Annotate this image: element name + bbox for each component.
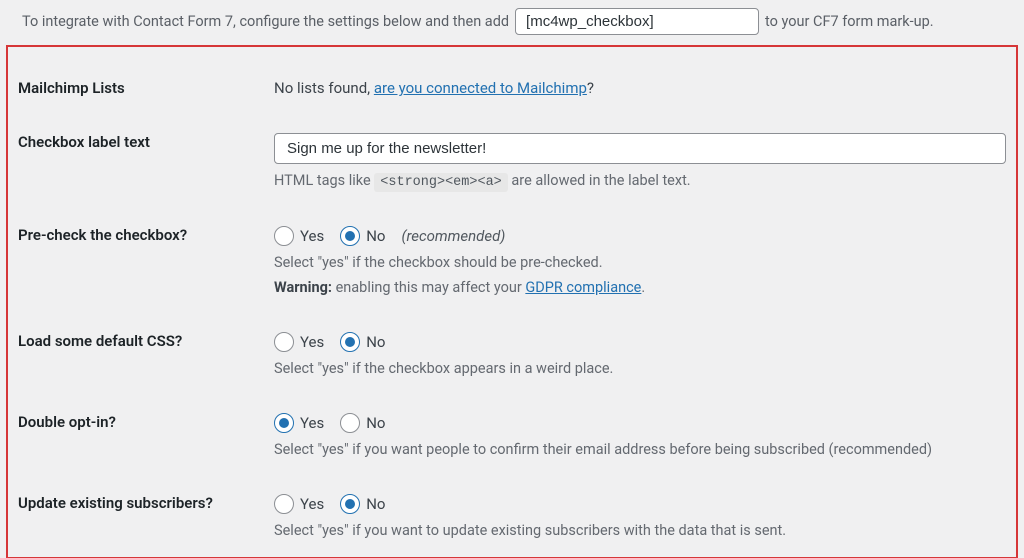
double-yes-option[interactable]: Yes (274, 413, 324, 433)
double-no-radio[interactable] (340, 413, 360, 433)
precheck-desc-2: Warning: enabling this may affect your G… (274, 279, 1006, 296)
settings-highlight-box: Mailchimp Lists No lists found, are you … (6, 45, 1018, 558)
intro-text-after: to your CF7 form mark-up. (765, 13, 934, 30)
precheck-desc-1: Select "yes" if the checkbox should be p… (274, 254, 1006, 271)
label-mailchimp-lists: Mailchimp Lists (18, 61, 274, 115)
checkbox-label-input[interactable] (274, 133, 1006, 164)
label-load-css: Load some default CSS? (18, 314, 274, 395)
label-update-subscribers: Update existing subscribers? (18, 476, 274, 557)
update-no-option[interactable]: No (340, 494, 385, 514)
label-double-optin: Double opt-in? (18, 395, 274, 476)
label-checkbox-label-text: Checkbox label text (18, 115, 274, 208)
gdpr-link[interactable]: GDPR compliance (525, 279, 641, 296)
update-desc: Select "yes" if you want to update exist… (274, 522, 1006, 539)
row-checkbox-label-text: Checkbox label text HTML tags like <stro… (18, 115, 1006, 208)
update-yes-option[interactable]: Yes (274, 494, 324, 514)
precheck-yes-option[interactable]: Yes (274, 226, 324, 246)
label-precheck: Pre-check the checkbox? (18, 208, 274, 314)
css-yes-radio[interactable] (274, 332, 294, 352)
row-load-css: Load some default CSS? Yes No Select "ye… (18, 314, 1006, 395)
row-update-subscribers: Update existing subscribers? Yes No Sele… (18, 476, 1006, 557)
css-no-radio[interactable] (340, 332, 360, 352)
precheck-no-option[interactable]: No (340, 226, 385, 246)
precheck-recommended: (recommended) (402, 227, 506, 245)
double-yes-radio[interactable] (274, 413, 294, 433)
shortcode-input[interactable] (515, 8, 759, 35)
settings-table: Mailchimp Lists No lists found, are you … (18, 61, 1006, 557)
precheck-warning-label: Warning: (274, 279, 332, 296)
css-no-option[interactable]: No (340, 332, 385, 352)
update-yes-radio[interactable] (274, 494, 294, 514)
double-desc: Select "yes" if you want people to confi… (274, 441, 1006, 458)
update-no-radio[interactable] (340, 494, 360, 514)
double-no-option[interactable]: No (340, 413, 385, 433)
css-yes-option[interactable]: Yes (274, 332, 324, 352)
precheck-no-radio[interactable] (340, 226, 360, 246)
intro-line: To integrate with Contact Form 7, config… (0, 0, 1024, 45)
row-precheck: Pre-check the checkbox? Yes No (recommen… (18, 208, 1006, 314)
row-mailchimp-lists: Mailchimp Lists No lists found, are you … (18, 61, 1006, 115)
row-double-optin: Double opt-in? Yes No Select "yes" if yo… (18, 395, 1006, 476)
precheck-yes-radio[interactable] (274, 226, 294, 246)
lists-text: No lists found, are you connected to Mai… (274, 79, 594, 97)
css-desc: Select "yes" if the checkbox appears in … (274, 360, 1006, 377)
checkbox-label-hint: HTML tags like <strong><em><a> are allow… (274, 172, 1006, 190)
mailchimp-connect-link[interactable]: are you connected to Mailchimp (374, 79, 587, 97)
intro-text-before: To integrate with Contact Form 7, config… (22, 13, 509, 30)
allowed-tags-code: <strong><em><a> (374, 173, 508, 192)
